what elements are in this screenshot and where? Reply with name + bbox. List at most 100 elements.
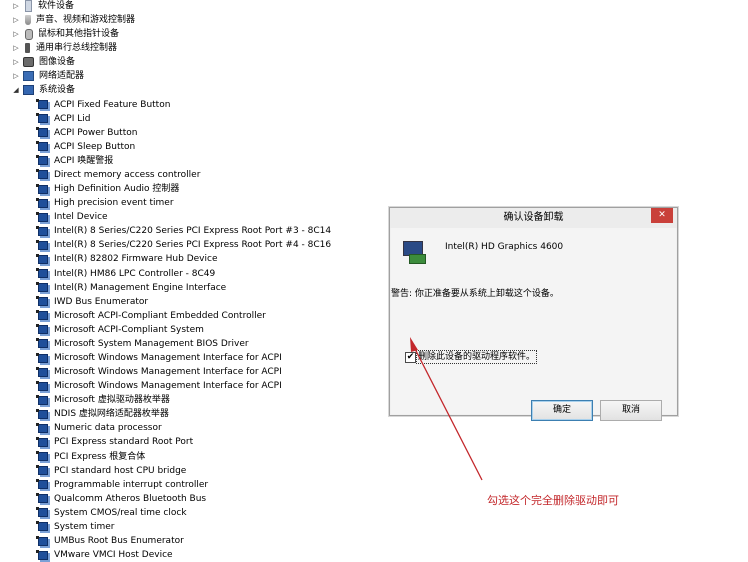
tree-category-label: 系统设备 <box>39 85 76 96</box>
system-device-item[interactable]: ACPI 唤醒警报 <box>36 154 114 168</box>
system-device-item[interactable]: Intel Device <box>36 210 108 224</box>
system-device-icon <box>36 211 48 222</box>
collapse-icon[interactable] <box>12 83 20 97</box>
system-device-icon <box>36 465 48 476</box>
system-device-item[interactable]: Microsoft Windows Management Interface f… <box>36 379 282 393</box>
system-device-icon <box>36 549 48 560</box>
system-device-label: Numeric data processor <box>54 423 162 434</box>
system-device-item[interactable]: ACPI Fixed Feature Button <box>36 98 171 112</box>
system-device-icon <box>36 451 48 462</box>
tree-category-6[interactable]: 系统设备 <box>12 83 75 97</box>
system-device-item[interactable]: ACPI Power Button <box>36 126 138 140</box>
system-device-icon <box>36 394 48 405</box>
checkmark-icon: ✔ <box>406 352 415 362</box>
expand-icon[interactable] <box>12 27 20 41</box>
close-button[interactable]: ✕ <box>651 208 673 223</box>
system-device-item[interactable]: ACPI Sleep Button <box>36 140 135 154</box>
system-device-item[interactable]: Intel(R) Management Engine Interface <box>36 281 227 295</box>
cancel-button[interactable]: 取消 <box>600 400 662 421</box>
expand-icon[interactable] <box>12 69 20 83</box>
system-device-label: Intel Device <box>54 212 108 223</box>
tree-category-label: 软件设备 <box>38 1 75 11</box>
system-device-item[interactable]: PCI standard host CPU bridge <box>36 464 186 478</box>
expand-icon[interactable] <box>12 55 20 69</box>
system-icon <box>23 85 34 96</box>
system-device-icon <box>36 253 48 264</box>
expand-icon[interactable] <box>12 41 20 55</box>
system-device-label: Intel(R) 8 Series/C220 Series PCI Expres… <box>54 240 332 251</box>
tree-category-3[interactable]: 通用串行总线控制器 <box>12 41 117 55</box>
tree-category-1[interactable]: 声音、视频和游戏控制器 <box>12 13 135 27</box>
delete-driver-checkbox[interactable]: ✔ <box>405 352 416 363</box>
sound-icon <box>25 15 31 26</box>
tree-category-label: 网络适配器 <box>39 71 85 82</box>
system-device-item[interactable]: Programmable interrupt controller <box>36 478 208 492</box>
system-device-label: NDIS 虚拟网络适配器枚举器 <box>54 409 169 420</box>
system-device-item[interactable]: Microsoft ACPI-Compliant Embedded Contro… <box>36 309 266 323</box>
system-device-label: Microsoft ACPI-Compliant Embedded Contro… <box>54 310 266 321</box>
confirm-uninstall-dialog: 确认设备卸载 ✕ Intel(R) HD Graphics 4600 警告: 你… <box>389 207 678 421</box>
system-device-item[interactable]: High Definition Audio 控制器 <box>36 182 179 196</box>
system-device-icon <box>36 296 48 307</box>
system-device-item[interactable]: Microsoft 虚拟驱动器枚举器 <box>36 393 170 407</box>
system-device-item[interactable]: High precision event timer <box>36 196 174 210</box>
system-device-item[interactable]: Intel(R) HM86 LPC Controller - 8C49 <box>36 267 215 281</box>
display-adapter-icon <box>403 241 426 264</box>
system-device-item[interactable]: PCI Express 根复合体 <box>36 450 145 464</box>
expand-icon[interactable] <box>12 13 20 27</box>
system-device-icon <box>36 422 48 433</box>
system-device-label: High precision event timer <box>54 198 174 209</box>
system-device-item[interactable]: UMBus Root Bus Enumerator <box>36 534 184 548</box>
system-device-item[interactable]: Microsoft System Management BIOS Driver <box>36 337 249 351</box>
system-device-item[interactable]: IWD Bus Enumerator <box>36 295 149 309</box>
system-device-label: System timer <box>54 521 115 532</box>
tree-category-5[interactable]: 网络适配器 <box>12 69 84 83</box>
system-device-item[interactable]: System CMOS/real time clock <box>36 506 187 520</box>
mouse-icon <box>25 28 33 40</box>
system-device-item[interactable]: ACPI Lid <box>36 112 90 126</box>
system-device-item[interactable]: Intel(R) 82802 Firmware Hub Device <box>36 252 218 266</box>
system-device-icon <box>36 183 48 194</box>
system-device-item[interactable]: Qualcomm Atheros Bluetooth Bus <box>36 492 206 506</box>
tree-category-label: 图像设备 <box>39 57 76 68</box>
delete-driver-label[interactable]: 删除此设备的驱动程序软件。 <box>416 350 538 364</box>
device-name: Intel(R) HD Graphics 4600 <box>445 242 564 252</box>
system-device-icon <box>36 366 48 377</box>
system-device-icon <box>36 408 48 419</box>
system-device-label: ACPI Fixed Feature Button <box>54 99 171 110</box>
system-device-label: Microsoft Windows Management Interface f… <box>54 353 282 363</box>
system-device-label: ACPI 唤醒警报 <box>54 155 114 166</box>
system-device-item[interactable]: System timer <box>36 520 115 534</box>
system-device-item[interactable]: Numeric data processor <box>36 421 162 435</box>
system-device-icon <box>36 99 48 110</box>
system-device-icon <box>36 338 48 349</box>
system-device-item[interactable]: Direct memory access controller <box>36 168 201 182</box>
network-icon <box>23 71 34 82</box>
system-device-label: Intel(R) 82802 Firmware Hub Device <box>54 254 218 265</box>
system-device-item[interactable]: NDIS 虚拟网络适配器枚举器 <box>36 407 169 421</box>
expand-icon[interactable] <box>12 0 20 13</box>
system-device-label: System CMOS/real time clock <box>54 507 187 518</box>
dialog-titlebar[interactable]: 确认设备卸载 ✕ <box>390 208 677 228</box>
system-device-icon <box>36 493 48 504</box>
system-device-label: Intel(R) 8 Series/C220 Series PCI Expres… <box>54 226 332 237</box>
system-device-label: Intel(R) Management Engine Interface <box>54 282 227 293</box>
system-device-item[interactable]: Microsoft ACPI-Compliant System <box>36 323 204 337</box>
system-device-item[interactable]: Intel(R) 8 Series/C220 Series PCI Expres… <box>36 238 332 252</box>
system-device-item[interactable]: Microsoft Windows Management Interface f… <box>36 351 282 365</box>
system-device-item[interactable]: VMware VMCI Host Device <box>36 548 173 562</box>
system-device-label: ACPI Power Button <box>54 127 138 138</box>
system-device-item[interactable]: Microsoft Windows Management Interface f… <box>36 365 282 379</box>
tree-category-4[interactable]: 图像设备 <box>12 55 75 69</box>
system-device-item[interactable]: Intel(R) 8 Series/C220 Series PCI Expres… <box>36 224 332 238</box>
system-device-label: Direct memory access controller <box>54 169 201 180</box>
system-device-label: IWD Bus Enumerator <box>54 296 149 307</box>
system-device-icon <box>36 268 48 279</box>
ok-button[interactable]: 确定 <box>531 400 593 421</box>
tree-category-2[interactable]: 鼠标和其他指针设备 <box>12 27 119 41</box>
annotation-text: 勾选这个完全删除驱动即可 <box>487 494 619 507</box>
tree-category-0[interactable]: 软件设备 <box>12 0 74 13</box>
warning-text: 警告: 你正准备要从系统上卸载这个设备。 <box>391 289 559 299</box>
system-device-item[interactable]: PCI Express standard Root Port <box>36 435 193 449</box>
system-device-icon <box>36 282 48 293</box>
